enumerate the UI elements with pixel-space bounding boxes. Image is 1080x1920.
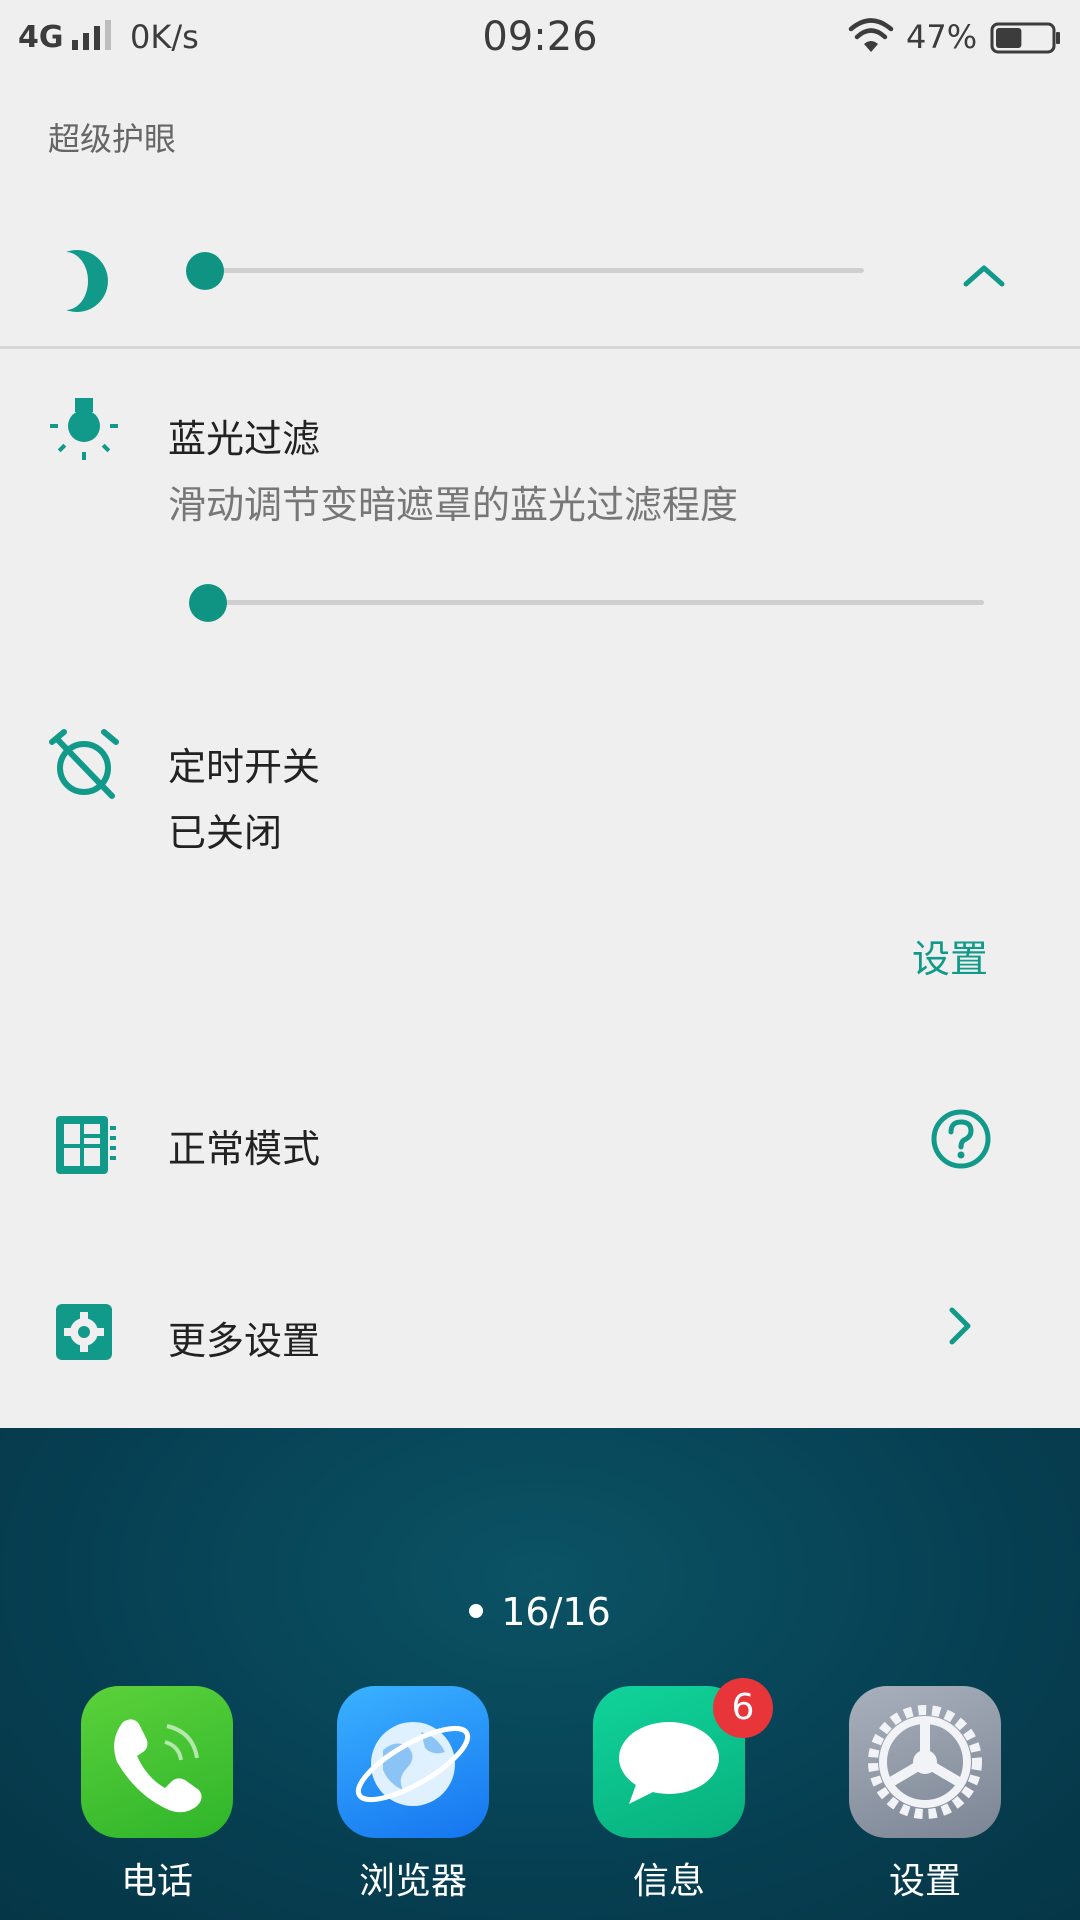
blue-light-subtitle: 滑动调节变暗遮罩的蓝光过滤程度 (168, 483, 739, 527)
alarm-off-icon (49, 729, 119, 799)
timer-title: 定时开关 (168, 745, 321, 789)
timer-settings-link[interactable]: 设置 (912, 928, 988, 983)
divider (0, 346, 1080, 349)
page-indicator-text: 16/16 (501, 1590, 611, 1634)
app-label: 设置 (888, 1861, 961, 1902)
dock-app-messages[interactable]: 6 信息 (593, 1678, 773, 1904)
brightness-slider[interactable] (186, 250, 864, 290)
wifi-icon (848, 18, 894, 52)
status-bar: 4G 0K/s 09:26 47% (0, 0, 1080, 78)
slider-track (192, 600, 984, 605)
eye-care-panel: 超级护眼 蓝光过滤 滑动调节变暗遮罩的蓝光过滤程度 定时开关 已关闭 设置 正常… (0, 78, 1080, 1428)
page-indicator: 16/16 (0, 1590, 1080, 1634)
slider-track (192, 268, 864, 273)
screen: 4G 0K/s 09:26 47% 超级护眼 蓝光过滤 滑动调节变暗遮罩的蓝光过… (0, 0, 1080, 1920)
unread-badge: 6 (713, 1678, 773, 1738)
panel-title: 超级护眼 (48, 120, 177, 158)
mode-grid-icon (56, 1116, 116, 1174)
dock-app-settings[interactable]: 设置 (849, 1686, 1001, 1904)
help-icon[interactable] (930, 1108, 992, 1170)
mode-title: 正常模式 (168, 1127, 321, 1171)
app-label: 信息 (632, 1861, 705, 1902)
dock-app-browser[interactable]: 浏览器 (337, 1686, 489, 1904)
chevron-right-icon[interactable] (944, 1304, 976, 1348)
app-label: 浏览器 (358, 1861, 467, 1902)
browser-icon[interactable] (337, 1686, 489, 1838)
slider-thumb[interactable] (188, 584, 227, 622)
blue-light-slider[interactable] (188, 582, 984, 622)
dock-app-phone[interactable]: 电话 (81, 1686, 233, 1904)
battery-percent: 47% (906, 18, 978, 56)
timer-status: 已关闭 (168, 811, 283, 855)
bulb-icon (50, 398, 118, 460)
slider-thumb[interactable] (186, 252, 225, 290)
settings-icon[interactable] (849, 1686, 1001, 1838)
home-screen: 16/16 电话 浏览器 6 信息 设置 (0, 1428, 1080, 1920)
gear-icon (56, 1304, 112, 1360)
moon-icon (66, 250, 108, 312)
battery-icon (990, 22, 1060, 54)
collapse-chevron-up-icon[interactable] (960, 258, 1008, 292)
phone-icon[interactable] (81, 1686, 233, 1838)
more-settings-title[interactable]: 更多设置 (168, 1310, 320, 1365)
page-dot (469, 1603, 484, 1618)
brightness-row (0, 218, 1080, 328)
blue-light-title: 蓝光过滤 (168, 417, 321, 461)
app-label: 电话 (120, 1861, 193, 1902)
